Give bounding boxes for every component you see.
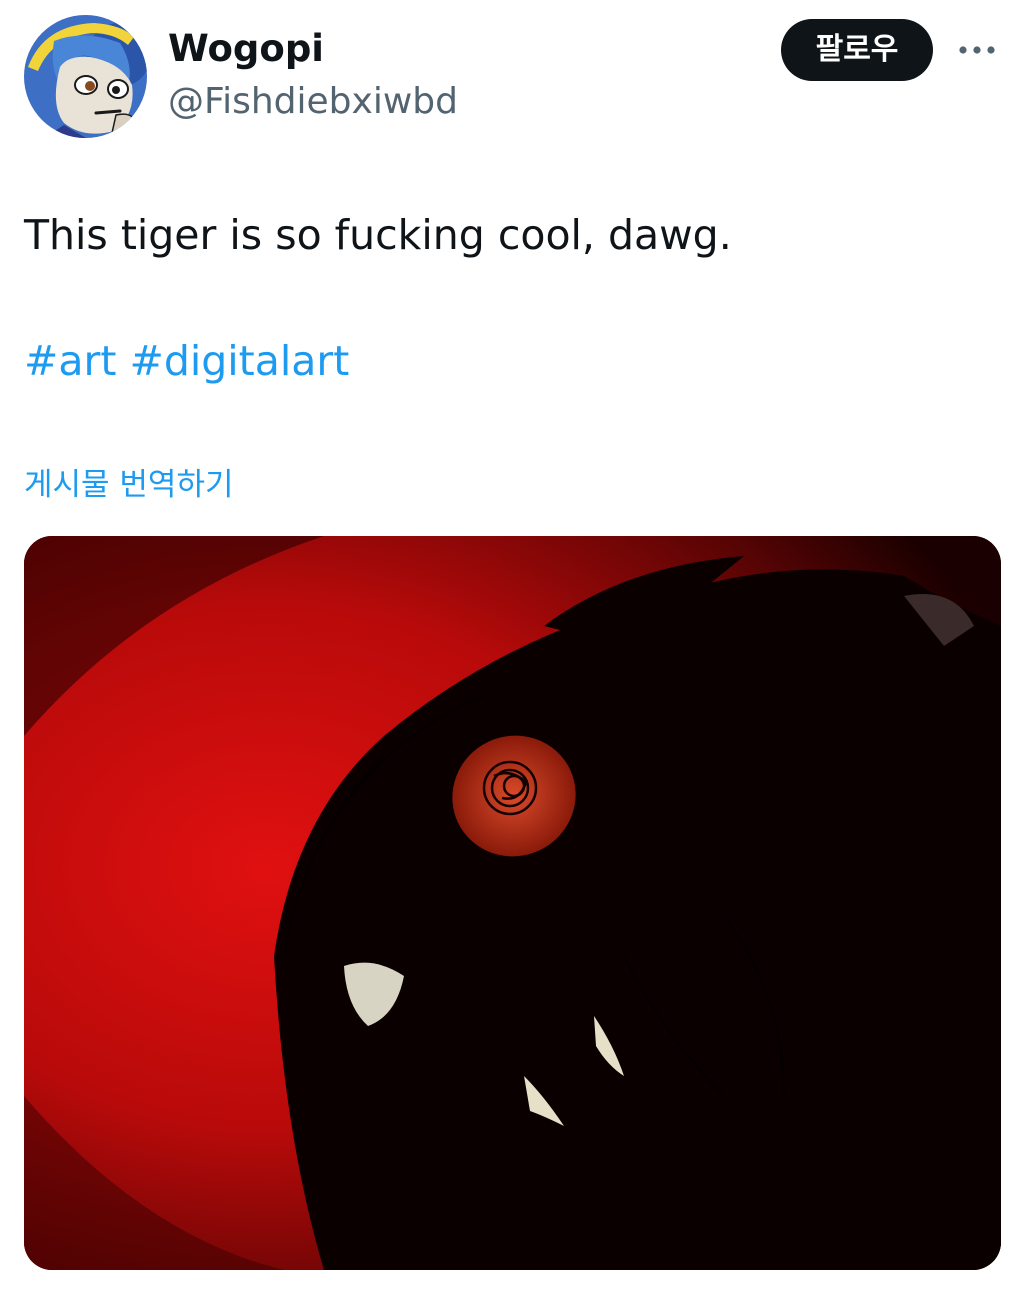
hashtag-digitalart[interactable]: #digitalart — [129, 337, 349, 385]
hashtag-row: #art #digitalart — [24, 333, 349, 389]
red-black-tiger-artwork — [24, 536, 1001, 1270]
avatar[interactable] — [24, 15, 147, 138]
tweet-media-image[interactable] — [24, 536, 1001, 1270]
translate-post-link[interactable]: 게시물 번역하기 — [24, 463, 234, 507]
more-dots-icon — [959, 46, 995, 54]
cartoon-character-avatar-icon — [24, 15, 147, 138]
follow-button[interactable]: 팔로우 — [781, 19, 933, 81]
more-options-button[interactable] — [955, 34, 999, 66]
hashtag-art[interactable]: #art — [24, 337, 116, 385]
author-handle[interactable]: @Fishdiebxiwbd — [168, 80, 458, 124]
tweet-text: This tiger is so fucking cool, dawg. — [24, 211, 732, 259]
author-display-name[interactable]: Wogopi — [168, 26, 324, 72]
